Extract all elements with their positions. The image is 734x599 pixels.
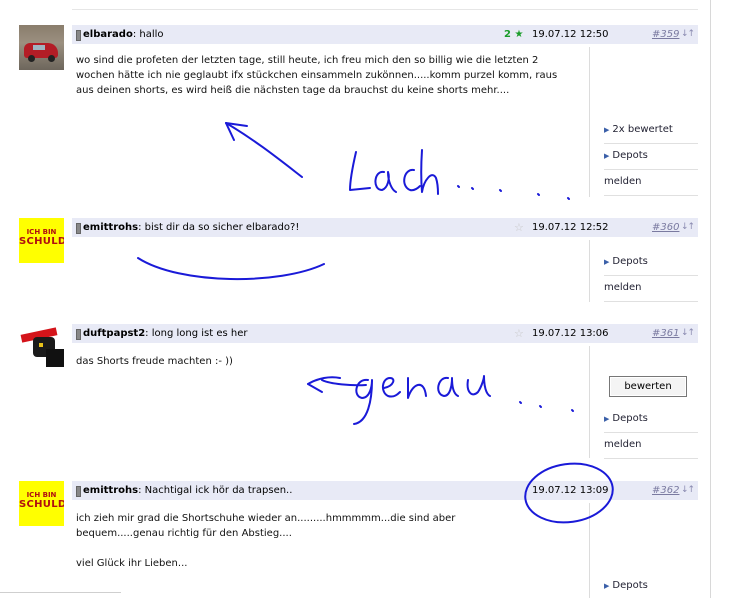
- arrow-annotation: [225, 122, 303, 178]
- underline-curve: [137, 257, 325, 281]
- time-circle: [524, 462, 614, 524]
- lach-scribble: [349, 151, 371, 191]
- genau-scribble: [353, 378, 373, 425]
- handwritten-annotations: [137, 122, 614, 524]
